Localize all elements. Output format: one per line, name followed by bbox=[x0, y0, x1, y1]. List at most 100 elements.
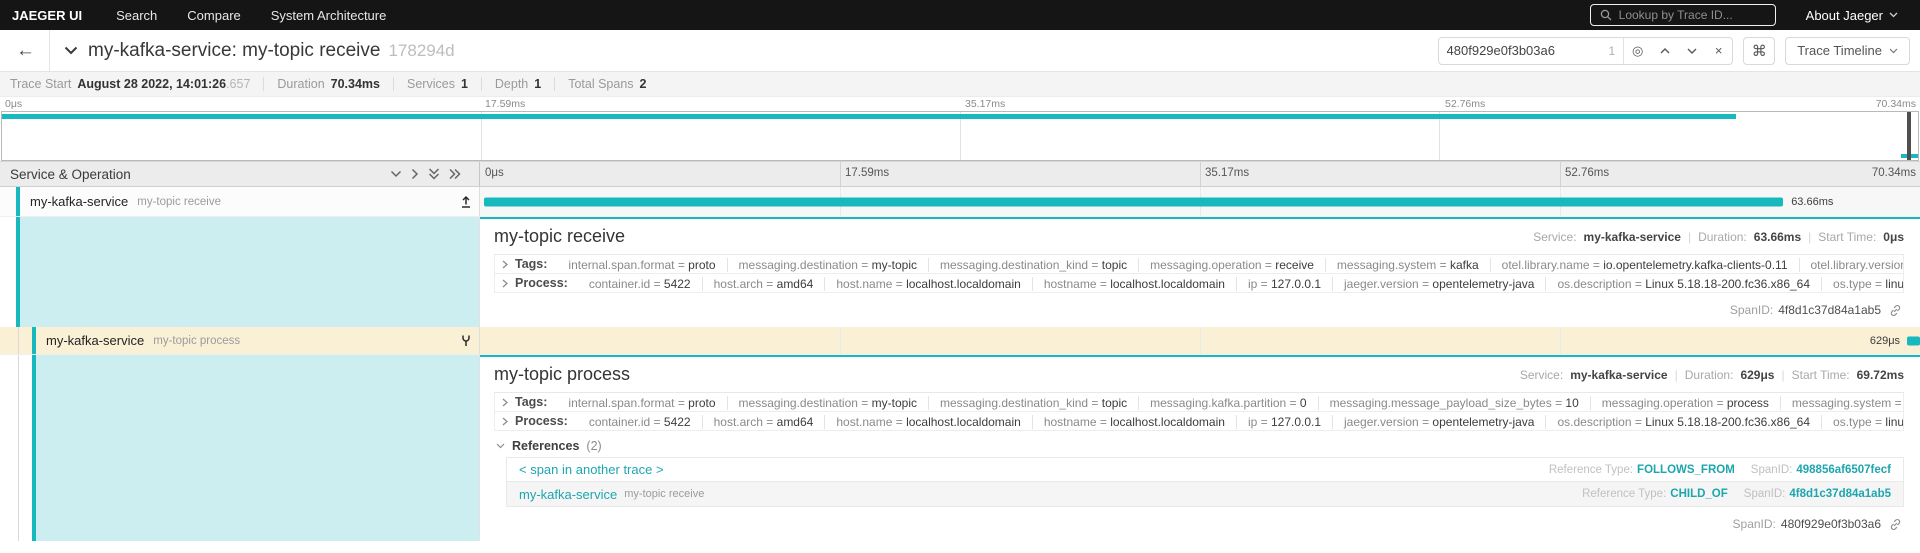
span-timeline-cell[interactable]: 629μs bbox=[480, 327, 1920, 354]
span-name-cell[interactable]: my-kafka-service my-topic receive bbox=[0, 187, 480, 216]
kv-part: = bbox=[892, 276, 907, 291]
trace-view-label: Trace Timeline bbox=[1797, 43, 1882, 58]
clear-search-button[interactable]: × bbox=[1705, 38, 1732, 64]
span-timeline-cell[interactable]: 63.66ms bbox=[480, 187, 1920, 216]
kv-pill: messaging.system = kafka bbox=[1325, 257, 1491, 272]
kv-part: os.type bbox=[1833, 414, 1872, 429]
span-id-value: 4f8d1c37d84a1ab5 bbox=[1778, 303, 1881, 317]
locate-span-button[interactable]: ◎ bbox=[1624, 38, 1651, 64]
span-duration-bar[interactable] bbox=[483, 197, 1784, 206]
tags-accordion[interactable]: Tags: internal.span.format = proto messag… bbox=[494, 255, 1904, 274]
kv-part: = bbox=[1713, 395, 1727, 410]
span-id-value[interactable]: 498856af6507fecf bbox=[1796, 464, 1891, 476]
trace-id-lookup-input[interactable] bbox=[1618, 8, 1766, 22]
detail-header: my-topic receive Service: my-kafka-servic… bbox=[494, 219, 1904, 255]
trace-id-lookup[interactable] bbox=[1589, 4, 1776, 26]
tick-label: 0μs bbox=[5, 98, 23, 110]
trace-header-bar: ← my-kafka-service: my-topic receive 1782… bbox=[0, 29, 1920, 72]
service-color-bar bbox=[16, 187, 20, 216]
reference-operation: my-topic receive bbox=[624, 488, 705, 500]
search-buttons: ◎ × bbox=[1623, 37, 1732, 64]
next-result-button[interactable] bbox=[1678, 38, 1705, 64]
kv-part: = bbox=[674, 257, 689, 272]
kv-part: = bbox=[1551, 395, 1566, 410]
span-name-cell[interactable]: my-kafka-service my-topic process bbox=[0, 327, 480, 354]
kv-part: opentelemetry-java bbox=[1432, 414, 1535, 429]
kv-part: = bbox=[1261, 257, 1276, 272]
reference-link[interactable]: < span in another trace > bbox=[519, 462, 664, 477]
service-color-bar bbox=[16, 217, 20, 327]
kv-part: process bbox=[1726, 395, 1769, 410]
span-id-value[interactable]: 4f8d1c37d84a1ab5 bbox=[1789, 488, 1891, 500]
kv-pill: messaging.system = kafka bbox=[1780, 395, 1903, 410]
references-accordion[interactable]: References (2) bbox=[496, 439, 1904, 453]
span-detail-receive: my-topic receive Service: my-kafka-servic… bbox=[0, 217, 1920, 327]
app-brand[interactable]: JAEGER UI bbox=[12, 8, 82, 23]
process-accordion[interactable]: Process: container.id = 5422 host.arch = … bbox=[494, 274, 1904, 293]
start-time-label: Start Time: bbox=[1818, 229, 1877, 244]
reference-row: < span in another trace > Reference Type… bbox=[506, 457, 1904, 482]
kv-part: = bbox=[857, 395, 872, 410]
kv-pill: host.arch = amd64 bbox=[702, 276, 826, 291]
nav-item-compare[interactable]: Compare bbox=[187, 8, 240, 23]
prev-result-button[interactable] bbox=[1651, 38, 1678, 64]
kv-pill: ip = 127.0.0.1 bbox=[1236, 414, 1334, 429]
tick-label: 35.17ms bbox=[965, 98, 1006, 110]
span-search-input[interactable] bbox=[1438, 43, 1609, 58]
kv-part: = bbox=[1436, 257, 1450, 272]
kv-part: 5422 bbox=[663, 414, 691, 429]
back-button[interactable]: ← bbox=[10, 40, 49, 62]
span-id-footer: SpanID: 4f8d1c37d84a1ab5 bbox=[494, 293, 1904, 319]
kv-pill: messaging.destination = my-topic bbox=[727, 395, 929, 410]
expand-one-icon[interactable] bbox=[411, 168, 419, 180]
tick-label: 52.76ms bbox=[1565, 167, 1610, 179]
span-detail-process: my-topic process Service: my-kafka-servic… bbox=[0, 355, 1920, 541]
kv-part: host.arch bbox=[713, 276, 763, 291]
minimap-span-receive bbox=[2, 114, 1736, 119]
indent-guide bbox=[18, 355, 19, 541]
kv-part: host.arch bbox=[713, 414, 763, 429]
span-id-footer: SpanID: 480f929e0f3b03a6 bbox=[494, 507, 1904, 533]
kv-part: messaging.operation bbox=[1601, 395, 1714, 410]
duration-label: Duration: bbox=[1698, 229, 1747, 244]
service-color-bar bbox=[32, 355, 36, 541]
reference-type-label: Reference Type: bbox=[1548, 463, 1634, 476]
kv-pill: ip = 127.0.0.1 bbox=[1236, 276, 1334, 291]
kv-part: my-topic bbox=[871, 257, 917, 272]
detail-indent-column bbox=[0, 355, 480, 541]
minimap-drag-handle[interactable] bbox=[1907, 112, 1911, 160]
expand-all-icon[interactable] bbox=[449, 168, 461, 180]
kv-part: opentelemetry-java bbox=[1432, 276, 1535, 291]
nav-item-search[interactable]: Search bbox=[116, 8, 157, 23]
about-jaeger-menu[interactable]: About Jaeger bbox=[1806, 8, 1898, 23]
link-icon[interactable] bbox=[1889, 304, 1902, 317]
service-value: my-kafka-service bbox=[1583, 229, 1681, 244]
link-icon[interactable] bbox=[1889, 518, 1902, 531]
reference-link[interactable]: my-kafka-service bbox=[519, 487, 617, 502]
keyboard-shortcuts-button[interactable]: ⌘ bbox=[1743, 36, 1776, 65]
kv-part: my-topic bbox=[871, 395, 917, 410]
collapse-one-icon[interactable] bbox=[390, 170, 402, 178]
collapse-all-icon[interactable] bbox=[428, 168, 440, 180]
kv-part: jaeger.version bbox=[1344, 276, 1419, 291]
process-accordion[interactable]: Process: container.id = 5422 host.arch = … bbox=[494, 412, 1904, 431]
service-label: Service: bbox=[1533, 229, 1577, 244]
trace-view-selector[interactable]: Trace Timeline bbox=[1785, 36, 1910, 65]
nav-item-system-architecture[interactable]: System Architecture bbox=[271, 8, 387, 23]
kv-part: = bbox=[892, 414, 907, 429]
tags-accordion[interactable]: Tags: internal.span.format = proto messag… bbox=[494, 393, 1904, 412]
span-row-receive[interactable]: my-kafka-service my-topic receive 63.66m… bbox=[0, 187, 1920, 217]
kv-part: Linux 5.18.18-200.fc36.x86_64 bbox=[1645, 276, 1811, 291]
kv-pill: os.description = Linux 5.18.18-200.fc36.… bbox=[1546, 276, 1823, 291]
start-time-value: 0μs bbox=[1883, 229, 1904, 244]
detail-tint bbox=[36, 355, 479, 541]
span-duration-bar[interactable] bbox=[1907, 336, 1920, 345]
kv-part: = bbox=[1418, 414, 1433, 429]
service-name: my-kafka-service bbox=[30, 194, 129, 209]
start-time-label: Start Time: bbox=[1791, 367, 1850, 382]
trace-collapse-toggle[interactable] bbox=[64, 46, 78, 55]
timeline-minimap[interactable] bbox=[1, 111, 1919, 161]
kv-part: = bbox=[1257, 414, 1271, 429]
kv-pill: messaging.message_payload_size_bytes = 1… bbox=[1318, 395, 1591, 410]
span-row-process[interactable]: my-kafka-service my-topic process 629μs bbox=[0, 327, 1920, 355]
